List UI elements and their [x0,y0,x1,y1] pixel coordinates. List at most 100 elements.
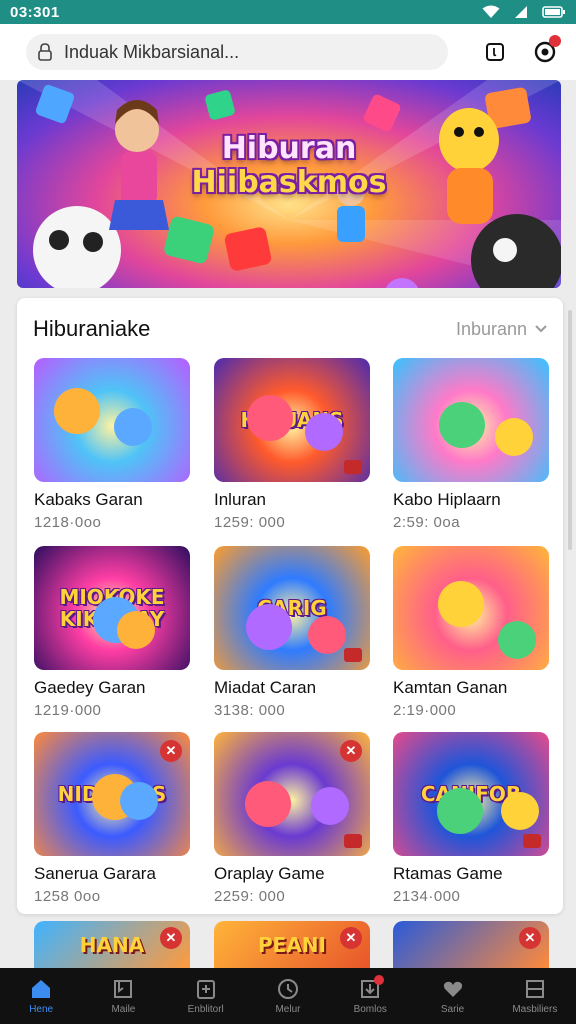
game-logo: PEANI [258,933,326,957]
nav-item-masbiliers[interactable]: Masbiliers [494,968,576,1024]
game-meta: 2134·000 [393,888,461,905]
game-tile[interactable]: Kabaks Garan 1218·0oo [34,358,190,531]
game-thumbnail[interactable]: CARIG [214,546,370,670]
rating-badge [344,648,362,662]
banner-title-line2: Hiibaskmos [191,165,387,200]
character-art [437,788,483,834]
section-filter-dropdown[interactable]: Inburann [456,319,547,340]
nav-label: Sarie [440,1004,465,1015]
game-meta: 1259: 000 [214,514,286,531]
game-tile[interactable]: ✕ Oraplay Game 2259: 000 [214,732,370,905]
game-tile[interactable]: CANIFOB Rtamas Game 2134·000 [393,732,549,905]
bottom-nav: Hene Maile Enblitorl Melur Bomlos Sarie Masbil… [0,968,576,1024]
game-meta: 1258 0oo [34,888,101,905]
game-thumbnail[interactable]: MIOKOKE KIKIAUAY [34,546,190,670]
close-icon[interactable]: ✕ [340,740,362,762]
character-art [54,388,100,434]
tabs-icon [486,43,504,61]
nav-item-hene[interactable]: Hene [0,968,82,1024]
nav-label: Enblitorl [187,1004,224,1015]
character-art [114,408,152,446]
menu-icon [525,980,544,998]
top-actions [482,35,561,65]
close-icon[interactable]: ✕ [340,927,362,949]
notification-dot [374,975,385,985]
character-art [439,402,485,448]
games-card: Hiburaniake Inburann Kabaks Garan 1218·0o… [17,298,563,914]
game-tile[interactable]: HIDUANS Inluran 1259: 000 [214,358,370,531]
game-meta: 2259: 000 [214,888,286,905]
game-name: Gaedey Garan [34,678,146,697]
nav-item-melur[interactable]: Melur [247,968,329,1024]
profile-button[interactable] [532,35,561,65]
nav-label: Bomlos [353,1004,387,1015]
nav-item-bomlos[interactable]: Bomlos [329,968,411,1024]
character-art [246,604,292,650]
section-title: Hiburaniake [33,316,151,341]
character-art [305,413,343,451]
rating-badge [523,834,541,848]
banner-title: Hiburan Hiibaskmos [17,132,561,200]
game-tile[interactable]: MIOKOKE KIKIAUAY Gaedey Garan 1219·000 [34,546,190,719]
nav-item-enblitorl[interactable]: Enblitorl [165,968,247,1024]
character-art [120,782,158,820]
close-icon[interactable]: ✕ [160,927,182,949]
section-filter-label: Inburann [455,318,527,339]
game-thumbnail[interactable] [34,358,190,482]
section-header: Hiburaniake Inburann [17,298,563,360]
close-icon[interactable]: ✕ [519,927,541,949]
game-name: Kamtan Ganan [393,678,508,697]
game-thumbnail[interactable] [393,546,549,670]
game-tile[interactable]: NIDIEROS✕ Sanerua Garara 1258 0oo [34,732,190,905]
search-input[interactable] [64,41,424,63]
nav-label: Hene [29,1004,54,1015]
game-tile-preview[interactable]: HANA ✕ [34,921,190,969]
character-art [308,616,346,654]
character-art [501,792,539,830]
game-name: Kabaks Garan [34,490,143,509]
game-name: Miadat Caran [214,678,317,697]
home-icon [32,980,51,998]
game-tile-preview[interactable]: PEANI ✕ [214,921,370,969]
game-meta: 1219·000 [34,702,102,719]
game-thumbnail[interactable]: ✕ [214,732,370,856]
chevron-down-icon [535,325,547,333]
nav-label: Maile [111,1004,136,1015]
game-tile[interactable]: Kamtan Ganan 2:19·000 [393,546,549,719]
scrollbar[interactable] [568,310,572,550]
nav-label: Masbiliers [512,1004,558,1015]
rating-badge [344,834,362,848]
game-name: Oraplay Game [214,864,325,883]
nav-label: Melur [275,1004,301,1015]
game-thumbnail[interactable] [393,358,549,482]
game-name: Kabo Hiplaarn [393,490,501,509]
rating-badge [344,460,362,474]
status-time: 03:301 [10,3,60,21]
character-art [438,581,484,627]
battery-icon [542,6,565,18]
game-thumbnail[interactable]: CANIFOB [393,732,549,856]
game-tile[interactable]: CARIG Miadat Caran 3138: 000 [214,546,370,719]
character-art [498,621,536,659]
library-icon [114,980,133,998]
character-art [245,781,291,827]
game-tile-preview[interactable]: ✕ [393,921,549,969]
top-bar [0,24,576,80]
game-thumbnail[interactable]: HIDUANS [214,358,370,482]
status-icons [482,5,566,19]
nav-item-maile[interactable]: Maile [82,968,164,1024]
nav-item-sarie[interactable]: Sarie [411,968,493,1024]
hero-banner[interactable]: Hiburan Hiibaskmos [17,80,561,288]
clock-icon [277,979,298,999]
character-art [117,611,155,649]
game-thumbnail[interactable]: NIDIEROS✕ [34,732,190,856]
character-art [311,787,349,825]
character-art [247,395,293,441]
status-bar: 03:301 [0,0,576,24]
close-icon[interactable]: ✕ [160,740,182,762]
game-tile[interactable]: Kabo Hiplaarn 2:59: 0oa [393,358,549,531]
tabs-button[interactable] [482,39,508,65]
search-box[interactable] [26,34,448,70]
game-name: Inluran [214,490,266,509]
banner-title-line1: Hiburan [221,131,357,166]
